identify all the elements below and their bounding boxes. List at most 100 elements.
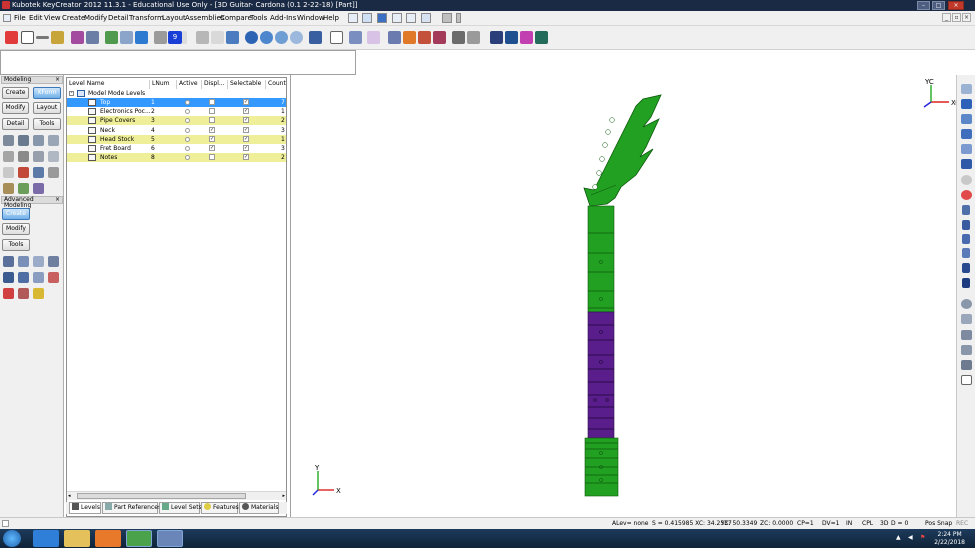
collapse-icon[interactable]: - bbox=[69, 91, 74, 96]
tree-root[interactable]: - Model Mode Levels bbox=[67, 89, 286, 98]
view-iso-icon[interactable] bbox=[961, 159, 972, 169]
position-icon[interactable] bbox=[18, 167, 29, 178]
align-icon[interactable] bbox=[48, 151, 59, 162]
level-hscrollbar[interactable]: ◂ ▸ bbox=[67, 491, 286, 500]
sphere-icon[interactable] bbox=[33, 272, 44, 283]
shell-icon[interactable] bbox=[33, 288, 44, 299]
dynamic-icon[interactable] bbox=[3, 167, 14, 178]
grid-icon[interactable] bbox=[196, 31, 209, 44]
copy-icon[interactable] bbox=[18, 135, 29, 146]
view-back-icon[interactable] bbox=[961, 114, 972, 124]
menu-transform[interactable]: Transform bbox=[129, 14, 164, 22]
analysis-icon[interactable] bbox=[535, 31, 548, 44]
prompt-area[interactable] bbox=[0, 50, 356, 75]
menu-file[interactable]: File bbox=[14, 14, 26, 22]
displayed-checkbox[interactable] bbox=[209, 108, 215, 115]
view-front-icon[interactable] bbox=[961, 99, 972, 109]
print-icon[interactable] bbox=[392, 13, 402, 23]
level-row[interactable]: Head Stock 5 ✓ ✓ 1 bbox=[67, 134, 286, 144]
app-menu-icon[interactable] bbox=[3, 14, 11, 22]
stretch-icon[interactable] bbox=[18, 183, 29, 194]
box-icon[interactable] bbox=[3, 272, 14, 283]
material-icon[interactable] bbox=[520, 31, 533, 44]
view-top-icon[interactable] bbox=[961, 84, 972, 94]
move-icon[interactable] bbox=[3, 135, 14, 146]
view-left-icon[interactable] bbox=[961, 144, 972, 154]
sweep-icon[interactable] bbox=[33, 256, 44, 267]
shield-icon[interactable] bbox=[490, 31, 503, 44]
boolean-icon[interactable] bbox=[48, 272, 59, 283]
scroll-right-icon[interactable]: ▸ bbox=[282, 493, 285, 499]
mirror-icon[interactable] bbox=[48, 135, 59, 146]
transform-icon[interactable] bbox=[467, 31, 480, 44]
save-icon[interactable] bbox=[377, 13, 387, 23]
active-radio[interactable] bbox=[185, 136, 190, 142]
scale-icon[interactable] bbox=[3, 151, 14, 162]
selectable-checkbox[interactable]: ✓ bbox=[243, 108, 249, 115]
zoom-in-icon[interactable] bbox=[961, 330, 972, 340]
active-radio[interactable] bbox=[185, 100, 190, 105]
menu-window[interactable]: Window bbox=[297, 14, 325, 22]
layout-button[interactable]: Layout bbox=[33, 102, 61, 114]
cylinder-icon[interactable] bbox=[18, 272, 29, 283]
fit-view-icon[interactable] bbox=[290, 31, 303, 44]
menu-create[interactable]: Create bbox=[62, 14, 85, 22]
maximize-button[interactable]: □ bbox=[932, 1, 945, 10]
displayed-checkbox[interactable] bbox=[209, 99, 215, 105]
active-radio[interactable] bbox=[185, 109, 190, 115]
rotate-view-icon[interactable] bbox=[245, 31, 258, 44]
volume-icon[interactable]: ◀ bbox=[908, 534, 913, 541]
flag-icon[interactable]: ⚑ bbox=[920, 534, 925, 541]
snap-icon[interactable] bbox=[211, 31, 224, 44]
chamfer-icon[interactable] bbox=[18, 288, 29, 299]
tab-features[interactable]: Features bbox=[201, 502, 239, 514]
part-icon[interactable] bbox=[105, 31, 118, 44]
menu-view[interactable]: View bbox=[44, 14, 61, 22]
solid-icon[interactable] bbox=[388, 31, 401, 44]
zoom-view-icon[interactable] bbox=[260, 31, 273, 44]
cplane-custom-icon[interactable] bbox=[962, 278, 970, 288]
menu-add-ins[interactable]: Add-Ins bbox=[270, 14, 296, 22]
displayed-checkbox[interactable]: ✓ bbox=[209, 126, 215, 133]
doc-minimize-button[interactable]: _ bbox=[942, 13, 951, 22]
level-dropdown-icon[interactable] bbox=[182, 31, 187, 44]
level-field[interactable]: 9 bbox=[168, 31, 182, 44]
detail-button[interactable]: Detail bbox=[2, 118, 29, 130]
minimize-button[interactable]: – bbox=[917, 1, 930, 10]
modify-button[interactable]: Modify bbox=[2, 102, 29, 114]
cut-icon[interactable] bbox=[433, 31, 446, 44]
fit-all-icon[interactable] bbox=[961, 375, 972, 385]
menu-modify[interactable]: Modify bbox=[84, 14, 107, 22]
axis-icon[interactable] bbox=[33, 167, 44, 178]
assembly-icon[interactable] bbox=[120, 31, 133, 44]
level-name[interactable]: Pipe Covers bbox=[98, 116, 137, 125]
status-box[interactable] bbox=[2, 520, 9, 527]
tab-level-sets[interactable]: Level Sets bbox=[159, 502, 202, 514]
chart-icon[interactable] bbox=[403, 31, 416, 44]
selectable-checkbox[interactable]: ✓ bbox=[243, 99, 249, 105]
media-player-icon[interactable] bbox=[95, 530, 121, 547]
cplane-side-icon[interactable] bbox=[962, 248, 970, 258]
scroll-thumb[interactable] bbox=[77, 493, 246, 499]
view-orbit-icon[interactable] bbox=[961, 175, 972, 185]
adv-modify-button[interactable]: Modify bbox=[2, 223, 30, 235]
status-possnap[interactable]: Pos Snap bbox=[925, 520, 952, 527]
level-name[interactable]: Notes bbox=[98, 153, 119, 162]
shape-icon[interactable] bbox=[51, 31, 64, 44]
level-row[interactable]: Electronics Poc... 2 ✓ 1 bbox=[67, 107, 286, 116]
doc-restore-button[interactable]: ▫ bbox=[952, 13, 961, 22]
select-star-icon[interactable] bbox=[5, 31, 18, 44]
menu-help[interactable]: Help bbox=[323, 14, 339, 22]
level-row[interactable]: Notes 8 ✓ 2 bbox=[67, 153, 286, 163]
menu-tools[interactable]: Tools bbox=[250, 14, 267, 22]
open-file-icon[interactable] bbox=[362, 13, 372, 23]
ie-icon[interactable] bbox=[33, 530, 59, 547]
close-icon[interactable]: × bbox=[55, 77, 60, 83]
displayed-checkbox[interactable]: ✓ bbox=[209, 135, 215, 142]
menu-layout[interactable]: Layout bbox=[162, 14, 186, 22]
create-button[interactable]: Create bbox=[2, 87, 29, 99]
active-radio[interactable] bbox=[185, 127, 190, 133]
selectable-checkbox[interactable]: ✓ bbox=[243, 117, 249, 124]
selectable-checkbox[interactable]: ✓ bbox=[243, 135, 249, 142]
level-name[interactable]: Fret Board bbox=[98, 144, 133, 153]
